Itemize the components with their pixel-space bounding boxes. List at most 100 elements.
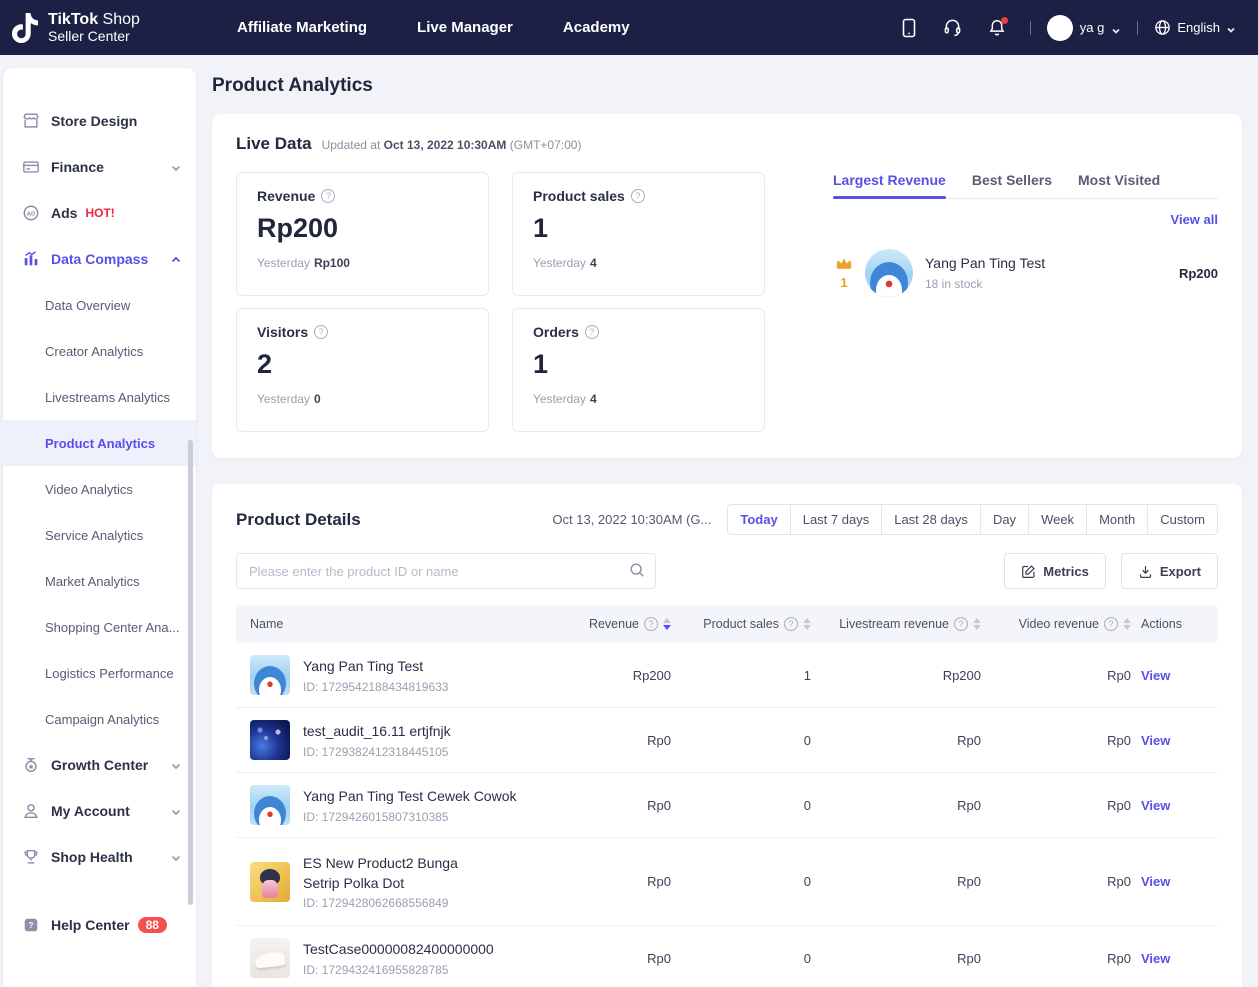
- view-link[interactable]: View: [1131, 798, 1170, 813]
- chevron-up-icon: [170, 253, 182, 265]
- metric-label: Revenue: [257, 188, 315, 204]
- top-nav: Affiliate Marketing Live Manager Academy: [237, 19, 630, 36]
- nav-affiliate-marketing[interactable]: Affiliate Marketing: [237, 19, 367, 36]
- sort-control[interactable]: [973, 618, 981, 630]
- sidebar-item-my-account[interactable]: My Account: [3, 788, 196, 834]
- revenue-cell: Rp0: [566, 874, 671, 889]
- chevron-down-icon: [170, 759, 182, 771]
- metric-value: 1: [533, 349, 744, 380]
- sidebar-item-finance[interactable]: Finance: [3, 144, 196, 190]
- info-icon[interactable]: ?: [644, 617, 658, 631]
- revenue-cell: Rp0: [566, 798, 671, 813]
- sidebar-subitem-data-overview[interactable]: Data Overview: [3, 282, 196, 328]
- sidebar-item-label: Data Compass: [51, 251, 148, 267]
- sidebar-item-label: Store Design: [51, 113, 137, 129]
- info-icon[interactable]: ?: [1104, 617, 1118, 631]
- range-last-7-days-button[interactable]: Last 7 days: [790, 504, 883, 535]
- sidebar-subitem-service-analytics[interactable]: Service Analytics: [3, 512, 196, 558]
- user-menu[interactable]: ya g: [1047, 15, 1122, 41]
- tab-best-sellers[interactable]: Best Sellers: [972, 172, 1052, 198]
- range-last-28-days-button[interactable]: Last 28 days: [881, 504, 981, 535]
- sidebar-item-shop-health[interactable]: Shop Health: [3, 834, 196, 880]
- column-livestream-revenue[interactable]: Livestream revenue?: [811, 617, 981, 631]
- storefront-icon: [21, 111, 41, 131]
- range-day-button[interactable]: Day: [980, 504, 1029, 535]
- sidebar-subitem-campaign-analytics[interactable]: Campaign Analytics: [3, 696, 196, 742]
- ranking-item[interactable]: 1 Yang Pan Ting Test 18 in stock Rp200: [833, 249, 1218, 297]
- tab-most-visited[interactable]: Most Visited: [1078, 172, 1160, 198]
- view-link[interactable]: View: [1131, 874, 1170, 889]
- sort-control[interactable]: [803, 618, 811, 630]
- sidebar-scrollbar[interactable]: [188, 440, 193, 905]
- nav-academy[interactable]: Academy: [563, 19, 630, 36]
- nav-live-manager[interactable]: Live Manager: [417, 19, 513, 36]
- support-headset-icon[interactable]: [936, 11, 970, 45]
- app-logo[interactable]: TikTok Shop Seller Center: [0, 11, 215, 45]
- range-today-button[interactable]: Today: [727, 504, 790, 535]
- range-week-button[interactable]: Week: [1028, 504, 1087, 535]
- divider: [1137, 21, 1138, 35]
- export-button[interactable]: Export: [1121, 553, 1218, 589]
- metrics-button[interactable]: Metrics: [1004, 553, 1106, 589]
- revenue-cell: Rp200: [566, 668, 671, 683]
- column-product-sales[interactable]: Product sales?: [671, 617, 811, 631]
- language-selector[interactable]: English: [1154, 19, 1236, 36]
- divider: [1030, 21, 1031, 35]
- column-revenue[interactable]: Revenue?: [566, 617, 671, 631]
- tab-largest-revenue[interactable]: Largest Revenue: [833, 172, 946, 198]
- sidebar-subitem-video-analytics[interactable]: Video Analytics: [3, 466, 196, 512]
- search-icon[interactable]: [629, 562, 645, 583]
- sidebar-item-data-compass[interactable]: Data Compass: [3, 236, 196, 282]
- product-name: TestCase00000082400000000: [303, 939, 494, 959]
- video-revenue-cell: Rp0: [981, 951, 1131, 966]
- info-icon[interactable]: ?: [631, 189, 645, 203]
- livestream-revenue-cell: Rp0: [811, 951, 981, 966]
- sort-control[interactable]: [663, 618, 671, 630]
- product-sales-cell: 0: [671, 733, 811, 748]
- sidebar-item-help-center[interactable]: ? Help Center 88: [3, 902, 196, 948]
- info-icon[interactable]: ?: [954, 617, 968, 631]
- sidebar-item-store-design[interactable]: Store Design: [3, 98, 196, 144]
- range-custom-button[interactable]: Custom: [1147, 504, 1218, 535]
- video-revenue-cell: Rp0: [981, 874, 1131, 889]
- sidebar-subitem-livestreams-analytics[interactable]: Livestreams Analytics: [3, 374, 196, 420]
- info-icon[interactable]: ?: [314, 325, 328, 339]
- sidebar-item-label: Finance: [51, 159, 104, 175]
- metric-card-revenue: Revenue? Rp200 YesterdayRp100: [236, 172, 489, 296]
- view-link[interactable]: View: [1131, 733, 1170, 748]
- column-name: Name: [236, 617, 566, 631]
- sidebar-subitem-creator-analytics[interactable]: Creator Analytics: [3, 328, 196, 374]
- yesterday-label: Yesterday: [257, 256, 310, 270]
- svg-text:?: ?: [29, 921, 34, 930]
- notifications-bell-icon[interactable]: [980, 11, 1014, 45]
- info-icon[interactable]: ?: [321, 189, 335, 203]
- sort-control[interactable]: [1123, 618, 1131, 630]
- sidebar-item-growth-center[interactable]: Growth Center: [3, 742, 196, 788]
- view-link[interactable]: View: [1131, 668, 1170, 683]
- info-icon[interactable]: ?: [585, 325, 599, 339]
- rank-1: 1: [833, 256, 855, 290]
- metric-card-visitors: Visitors? 2 Yesterday0: [236, 308, 489, 432]
- sidebar-item-ads[interactable]: AD Ads HOT!: [3, 190, 196, 236]
- ranking-product-name: Yang Pan Ting Test: [925, 255, 1045, 271]
- column-video-revenue[interactable]: Video revenue?: [981, 617, 1131, 631]
- sidebar-subitem-market-analytics[interactable]: Market Analytics: [3, 558, 196, 604]
- sidebar-subitem-product-analytics[interactable]: Product Analytics: [3, 420, 196, 466]
- metric-cards: Revenue? Rp200 YesterdayRp100 Product sa…: [236, 172, 765, 432]
- view-link[interactable]: View: [1131, 951, 1170, 966]
- sidebar-subitem-shopping-center-analytics[interactable]: Shopping Center Ana...: [3, 604, 196, 650]
- product-name: Yang Pan Ting Test: [303, 656, 448, 676]
- updated-at: Updated at Oct 13, 2022 10:30AM (GMT+07:…: [322, 138, 582, 152]
- mobile-app-icon[interactable]: [892, 11, 926, 45]
- range-month-button[interactable]: Month: [1086, 504, 1148, 535]
- view-all-link[interactable]: View all: [1171, 212, 1218, 227]
- product-id: ID: 1729382412318445105: [303, 745, 451, 759]
- product-thumbnail: [250, 655, 290, 695]
- crown-icon: [835, 257, 853, 269]
- sidebar-subitem-logistics-performance[interactable]: Logistics Performance: [3, 650, 196, 696]
- topbar-right: ya g English: [892, 11, 1258, 45]
- search-input[interactable]: [236, 553, 656, 589]
- date-range-buttons: Today Last 7 days Last 28 days Day Week …: [727, 504, 1218, 535]
- info-icon[interactable]: ?: [784, 617, 798, 631]
- product-name: test_audit_16.11 ertjfnjk: [303, 721, 451, 741]
